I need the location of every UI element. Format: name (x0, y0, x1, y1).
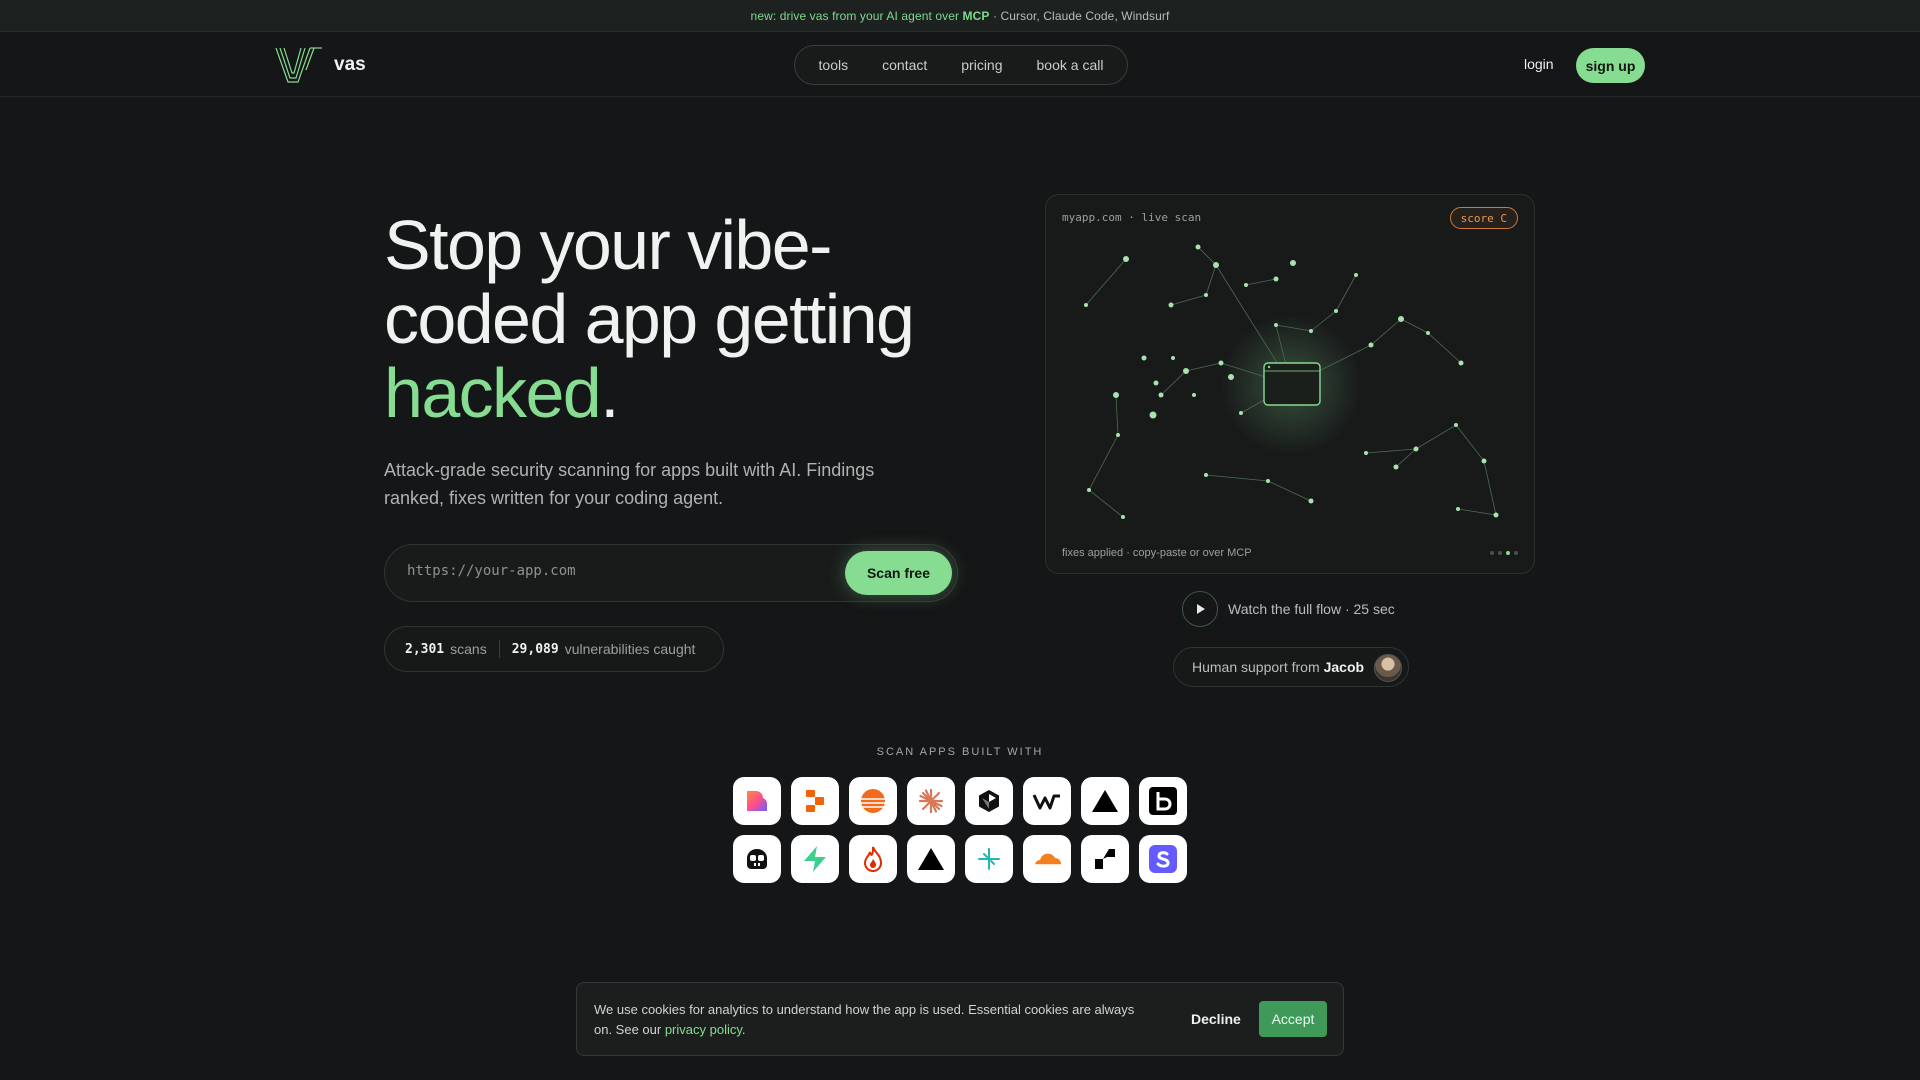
announcement-text: new: drive vas from your AI agent over M… (750, 8, 990, 23)
hero-subtitle: Attack-grade security scanning for apps … (384, 460, 875, 508)
nav-pricing[interactable]: pricing (944, 57, 1019, 73)
cursor-icon (965, 777, 1013, 825)
nav-contact[interactable]: contact (865, 57, 944, 73)
support-prefix: Human support from (1192, 659, 1320, 675)
vas-logo-icon (275, 47, 322, 83)
carousel-dot[interactable] (1498, 551, 1502, 555)
avatar (1374, 654, 1402, 682)
scan-free-button[interactable]: Scan free (845, 551, 952, 595)
built-with-label: SCAN APPS BUILT WITH (876, 746, 1044, 758)
privacy-policy-link[interactable]: privacy policy (665, 1022, 742, 1037)
announcement-suffix: · Cursor, Claude Code, Windsurf (989, 8, 1170, 23)
carousel-dot-active[interactable] (1506, 551, 1510, 555)
carousel-dots[interactable] (1490, 551, 1518, 555)
v0-icon (907, 835, 955, 883)
supabase-icon (791, 835, 839, 883)
stripe-icon (1139, 835, 1187, 883)
url-input[interactable] (407, 563, 807, 579)
railway-icon (1081, 835, 1129, 883)
stats-divider (498, 640, 500, 658)
vulns-label: vulnerabilities caught (564, 641, 696, 657)
live-scan-card: myapp.com · live scan score C fixes appl… (1045, 194, 1535, 574)
hero-title: Stop your vibe- coded app getting hacked… (384, 208, 984, 430)
scan-card-footer: fixes applied · copy-paste or over MCP (1062, 547, 1252, 559)
watch-label: Watch the full flow · 25 sec (1228, 601, 1395, 617)
base44-icon (1139, 777, 1187, 825)
network-graph (1084, 244, 1499, 519)
carousel-dot[interactable] (1514, 551, 1518, 555)
windsurf-icon (1023, 777, 1071, 825)
claude-icon (907, 777, 955, 825)
signup-button[interactable]: sign up (1576, 48, 1645, 83)
scan-form: Scan free (384, 544, 958, 602)
watch-video[interactable]: Watch the full flow · 25 sec (1182, 591, 1395, 627)
main-nav: tools contact pricing book a call (794, 45, 1128, 85)
hero-title-line1: Stop your vibe- (384, 206, 832, 284)
announcement-bar[interactable]: new: drive vas from your AI agent over M… (0, 0, 1920, 32)
brand-name: vas (334, 54, 366, 75)
bolt-icon (849, 777, 897, 825)
stats-badge: 2,301 scans 29,089 vulnerabilities caugh… (384, 626, 724, 672)
replit-icon (791, 777, 839, 825)
support-name: Jacob (1323, 659, 1365, 675)
n8n-icon (965, 835, 1013, 883)
tool-logo-grid (733, 777, 1189, 883)
nav-tools[interactable]: tools (802, 57, 866, 73)
scans-label: scans (450, 641, 487, 657)
lovable-icon (733, 777, 781, 825)
play-icon[interactable] (1182, 591, 1218, 627)
copilot-icon (733, 835, 781, 883)
cloudflare-icon (1023, 835, 1071, 883)
nav-book-a-call[interactable]: book a call (1020, 57, 1121, 73)
vulns-count: 29,089 (511, 641, 559, 657)
scans-count: 2,301 (405, 641, 445, 657)
site-header: vas tools contact pricing book a call lo… (0, 33, 1920, 97)
cookie-text: We use cookies for analytics to understa… (594, 1002, 1135, 1037)
login-link[interactable]: login (1524, 56, 1554, 72)
human-support-badge[interactable]: Human support from Jacob (1173, 647, 1409, 687)
vercel-icon (1081, 777, 1129, 825)
carousel-dot[interactable] (1490, 551, 1494, 555)
brand-logo[interactable]: vas (274, 46, 366, 84)
hero-title-accent: hacked (384, 354, 602, 432)
accept-button[interactable]: Accept (1259, 1001, 1327, 1037)
hero-title-line2: coded app getting (384, 280, 915, 358)
hero-title-period: . (600, 354, 619, 432)
decline-button[interactable]: Decline (1191, 1011, 1241, 1027)
firebase-icon (849, 835, 897, 883)
cookie-banner: We use cookies for analytics to understa… (576, 982, 1344, 1056)
